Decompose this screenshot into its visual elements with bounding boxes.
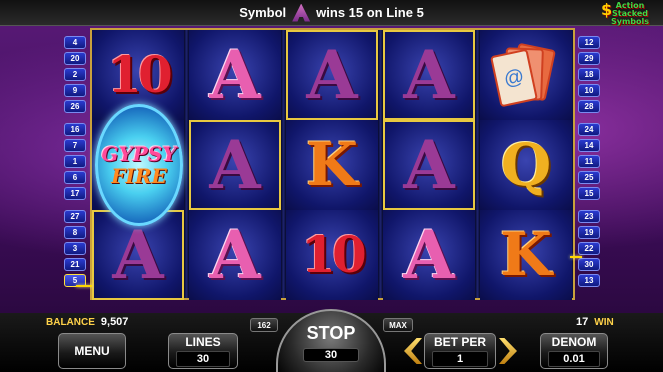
win-line-segment: [76, 285, 92, 287]
line-number-badge[interactable]: 26: [64, 100, 86, 113]
reel2-row3: A: [189, 210, 281, 300]
bet-162-button[interactable]: 162: [250, 318, 278, 332]
line-number-badge[interactable]: 9: [64, 84, 86, 97]
message-prefix: Symbol: [239, 5, 287, 20]
line-number-badge[interactable]: 27: [64, 210, 86, 223]
line-number-badge[interactable]: 15: [578, 187, 600, 200]
reel5-row1: @: [480, 30, 572, 120]
reel5-row2: Q: [480, 120, 572, 210]
line-number-badge[interactable]: 4: [64, 36, 86, 49]
lines-button[interactable]: LINES 30: [168, 333, 238, 369]
line-number-badge[interactable]: 7: [64, 139, 86, 152]
line-number-badge[interactable]: 1: [64, 155, 86, 168]
win-display: 17 WIN: [576, 316, 614, 328]
line-number-badge[interactable]: 12: [578, 36, 600, 49]
reel2-row2: A: [189, 120, 281, 210]
max-bet-button[interactable]: MAX: [383, 318, 413, 332]
reel3-row2: K: [286, 120, 378, 210]
reel4-row2: A: [383, 120, 475, 210]
line-number-badge[interactable]: 22: [578, 242, 600, 255]
bet-per-button[interactable]: BET PER 1: [424, 333, 496, 369]
left-line-badges: 4 20 2 9 26 16 7 1 6 17 27 8 3 21 5: [64, 36, 86, 290]
reel4-row3: A: [383, 210, 475, 300]
line-number-badge[interactable]: 10: [578, 84, 600, 97]
line-number-badge[interactable]: 2: [64, 68, 86, 81]
line-number-badge[interactable]: 16: [64, 123, 86, 136]
line-number-badge[interactable]: 8: [64, 226, 86, 239]
reel3-row1: A: [286, 30, 378, 120]
line-number-badge[interactable]: 11: [578, 155, 600, 168]
line-number-badge[interactable]: 23: [578, 210, 600, 223]
line-number-badge[interactable]: 21: [64, 258, 86, 271]
line-number-badge[interactable]: 14: [578, 139, 600, 152]
cards-symbol-icon: @: [490, 42, 559, 108]
symbol-a-icon: [292, 3, 311, 22]
line-number-badge[interactable]: 6: [64, 171, 86, 184]
line-number-badge[interactable]: 18: [578, 68, 600, 81]
reel3-row3: 10: [286, 210, 378, 300]
line-number-badge[interactable]: 28: [578, 100, 600, 113]
line-number-badge[interactable]: 30: [578, 258, 600, 271]
win-line-segment: [570, 256, 582, 258]
message-suffix: wins 15 on Line 5: [316, 5, 424, 20]
line-number-badge[interactable]: 13: [578, 274, 600, 287]
line-number-badge[interactable]: 24: [578, 123, 600, 136]
menu-button[interactable]: MENU: [58, 333, 126, 369]
denom-button[interactable]: DENOM 0.01: [540, 333, 608, 369]
balance-display: BALANCE 9,507: [46, 316, 129, 328]
win-message-bar: Symbol wins 15 on Line 5: [0, 0, 663, 26]
gypsy-fire-wild-symbol: GYPSY FIRE: [95, 104, 183, 226]
line-number-badge[interactable]: 19: [578, 226, 600, 239]
reel2-row1: A: [189, 30, 281, 120]
right-line-badges: 12 29 18 10 28 24 14 11 25 15 23 19 22 30 13: [578, 36, 600, 290]
reel5-row3: K: [480, 210, 572, 300]
line-number-badge[interactable]: 29: [578, 52, 600, 65]
line-number-badge[interactable]: 3: [64, 242, 86, 255]
line-number-badge[interactable]: 17: [64, 187, 86, 200]
line-number-badge[interactable]: 25: [578, 171, 600, 184]
action-stacked-symbols-logo: $ Action Stacked Symbols: [601, 0, 650, 26]
line-number-badge[interactable]: 20: [64, 52, 86, 65]
reel4-row1: A: [383, 30, 475, 120]
